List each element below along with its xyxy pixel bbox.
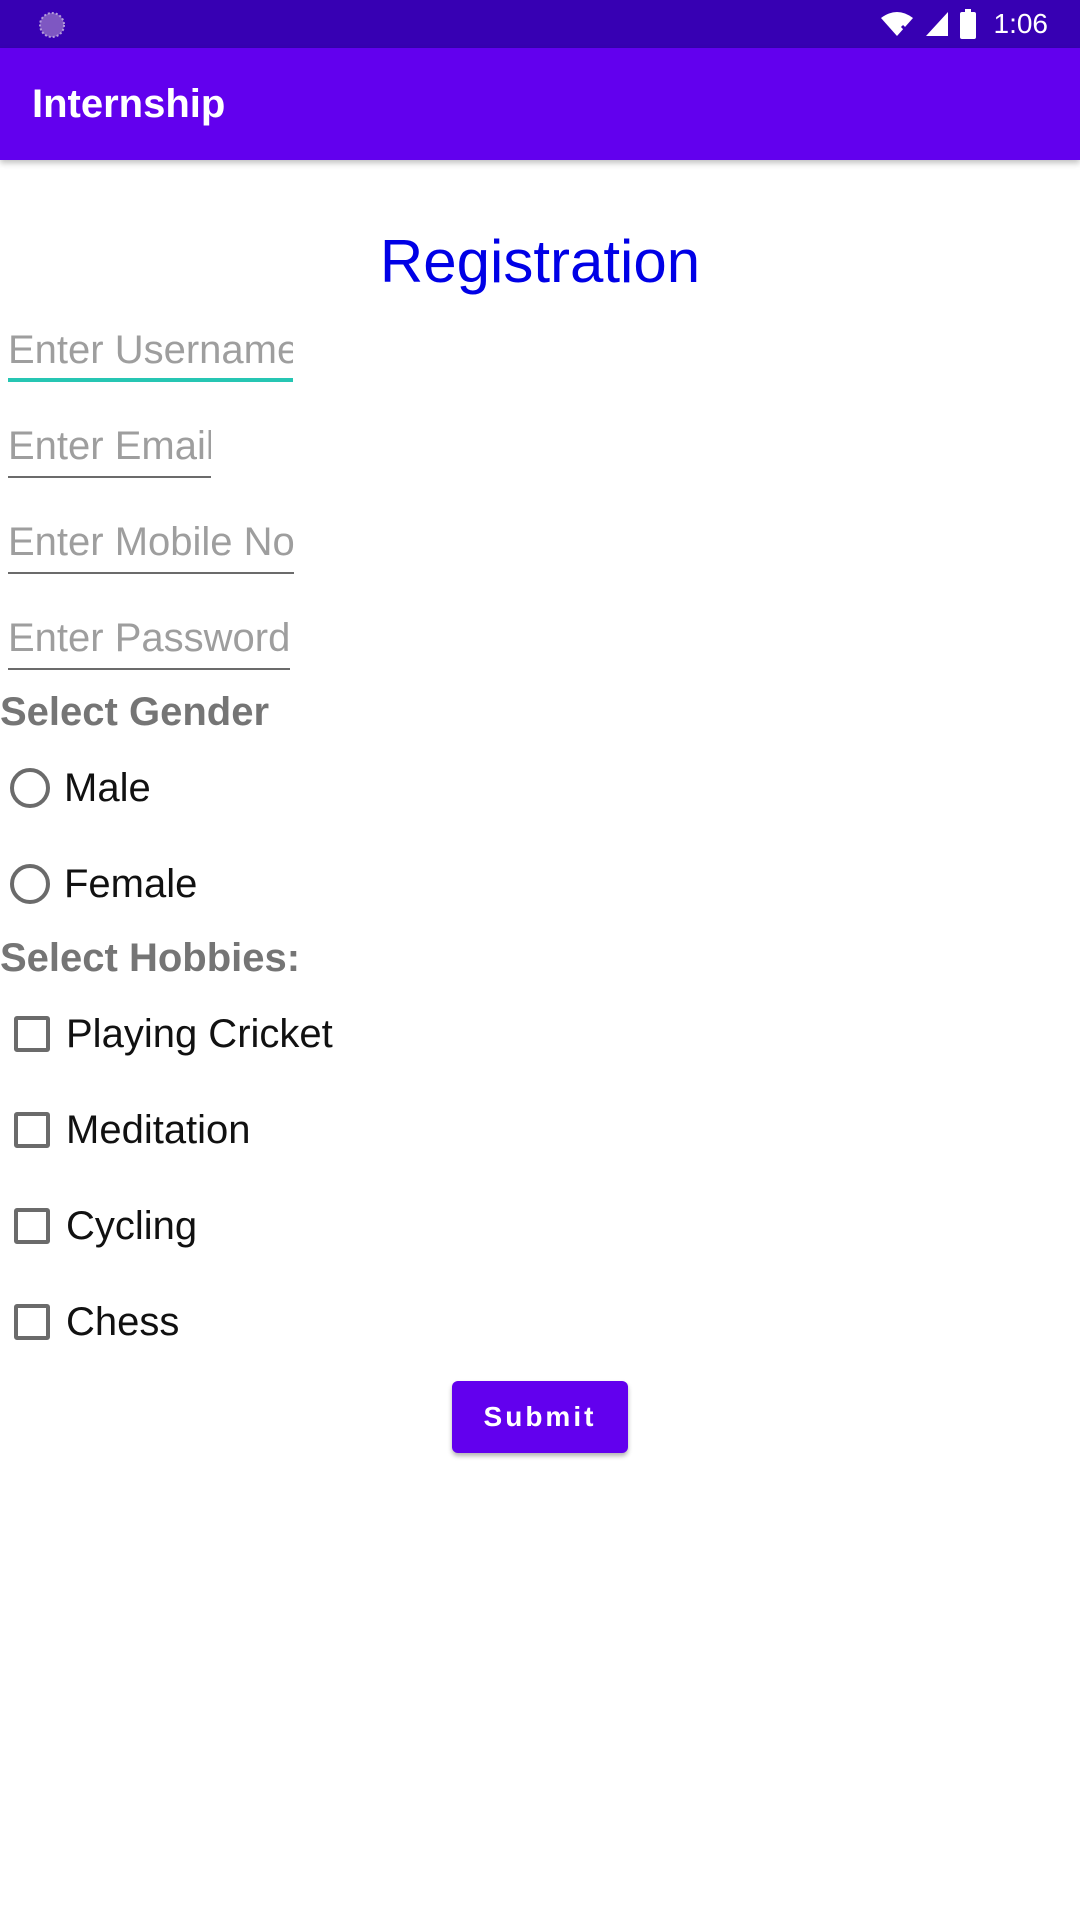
checkbox-icon[interactable] bbox=[14, 1304, 50, 1340]
mobile-input[interactable] bbox=[8, 514, 294, 570]
mobile-underline bbox=[8, 572, 294, 574]
radio-circle-icon[interactable] bbox=[10, 768, 50, 808]
status-bar: 1:06 bbox=[0, 0, 1080, 48]
checkbox-meditation-label: Meditation bbox=[66, 1107, 251, 1152]
username-field bbox=[8, 322, 293, 382]
checkbox-playing-cricket-label: Playing Cricket bbox=[66, 1011, 333, 1056]
email-field bbox=[8, 418, 211, 478]
checkbox-icon[interactable] bbox=[14, 1208, 50, 1244]
app-bar: Internship bbox=[0, 48, 1080, 160]
mobile-field bbox=[8, 514, 294, 574]
status-icons: 1:06 bbox=[880, 0, 1049, 48]
gender-label: Select Gender bbox=[0, 690, 270, 734]
username-underline bbox=[8, 378, 293, 382]
checkbox-icon[interactable] bbox=[14, 1112, 50, 1148]
radio-male-label: Male bbox=[64, 765, 151, 810]
checkbox-cycling-label: Cycling bbox=[66, 1203, 198, 1248]
checkbox-cycling[interactable]: Cycling bbox=[10, 1196, 197, 1256]
checkbox-meditation[interactable]: Meditation bbox=[10, 1100, 251, 1160]
status-time: 1:06 bbox=[993, 8, 1049, 39]
app-title: Internship bbox=[32, 82, 226, 126]
checkbox-chess-label: Chess bbox=[66, 1299, 180, 1344]
radio-circle-icon[interactable] bbox=[10, 864, 50, 904]
username-input[interactable] bbox=[8, 322, 293, 378]
email-input[interactable] bbox=[8, 418, 211, 474]
notification-icon bbox=[39, 12, 65, 38]
radio-male[interactable]: Male bbox=[10, 758, 151, 818]
submit-button[interactable]: Submit bbox=[452, 1381, 628, 1453]
battery-icon bbox=[959, 9, 976, 39]
password-underline bbox=[8, 668, 290, 670]
checkbox-icon[interactable] bbox=[14, 1016, 50, 1052]
hobbies-label: Select Hobbies: bbox=[0, 936, 301, 980]
wifi-icon bbox=[880, 12, 913, 36]
password-input[interactable] bbox=[8, 610, 290, 666]
registration-heading: Registration bbox=[379, 228, 701, 295]
checkbox-playing-cricket[interactable]: Playing Cricket bbox=[10, 1004, 333, 1064]
radio-female[interactable]: Female bbox=[10, 854, 197, 914]
checkbox-chess[interactable]: Chess bbox=[10, 1292, 179, 1352]
signal-icon bbox=[925, 12, 948, 36]
password-field bbox=[8, 610, 290, 670]
radio-female-label: Female bbox=[64, 861, 198, 906]
email-underline bbox=[8, 476, 211, 478]
